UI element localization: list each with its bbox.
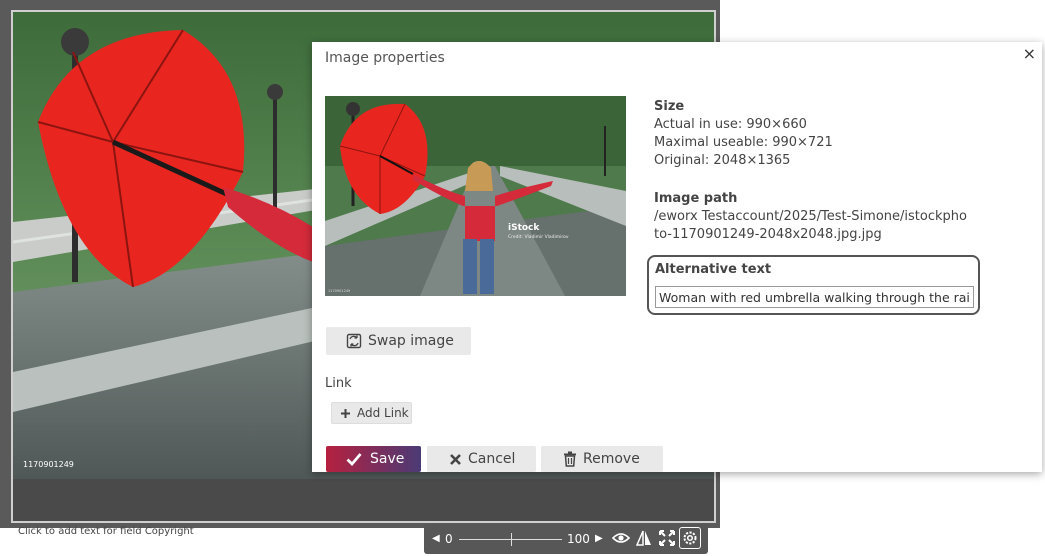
remove-button[interactable]: Remove: [541, 446, 663, 472]
fullscreen-icon[interactable]: [658, 529, 676, 551]
image-info: Size Actual in use: 990×660 Maximal usea…: [654, 98, 1034, 244]
save-label: Save: [370, 451, 405, 467]
alternative-text-input[interactable]: [655, 286, 974, 308]
preview-photo: iStock Credit: Vladimir Vladimirov 11709…: [325, 96, 626, 296]
alternative-text-group: Alternative text: [647, 255, 980, 315]
swap-image-icon: [346, 333, 362, 349]
image-path-line1: /eworx Testaccount/2025/Test-Simone/isto…: [654, 209, 967, 224]
trash-icon: [564, 451, 576, 467]
preview-watermark-brand: iStock: [508, 223, 540, 233]
size-heading: Size: [654, 99, 685, 114]
add-link-button[interactable]: Add Link: [331, 402, 412, 424]
cancel-button[interactable]: Cancel: [427, 446, 536, 472]
link-label: Link: [325, 376, 352, 391]
alternative-text-label: Alternative text: [655, 262, 772, 277]
swap-image-label: Swap image: [368, 333, 454, 349]
dialog-title: Image properties: [325, 50, 445, 66]
check-icon: [346, 453, 362, 466]
image-path-heading: Image path: [654, 191, 738, 206]
cancel-label: Cancel: [468, 451, 516, 467]
preview-photo-id: 1170901249: [328, 289, 350, 293]
copyright-placeholder[interactable]: Click to add text for field Copyright: [18, 526, 194, 537]
settings-button[interactable]: [679, 527, 701, 549]
canvas-footer-area: [13, 479, 714, 521]
size-maximal: Maximal useable: 990×721: [654, 135, 833, 150]
add-link-label: Add Link: [357, 406, 409, 420]
image-toolbar: ◀ 0 100 ▶: [424, 524, 708, 554]
plus-icon: [341, 408, 350, 418]
save-button[interactable]: Save: [326, 446, 421, 472]
image-preview: iStock Credit: Vladimir Vladimirov 11709…: [325, 96, 626, 296]
x-icon: [450, 453, 461, 465]
swap-image-button[interactable]: Swap image: [326, 327, 471, 355]
image-path-line2: to-1170901249-2048x2048.jpg.jpg: [654, 227, 882, 242]
gear-icon: [683, 531, 697, 545]
size-actual: Actual in use: 990×660: [654, 117, 807, 132]
flip-icon[interactable]: [635, 529, 653, 551]
close-icon[interactable]: ×: [1023, 44, 1036, 63]
size-original: Original: 2048×1365: [654, 153, 791, 168]
zoom-max-value: 100: [567, 532, 590, 546]
photo-id-label: 1170901249: [23, 460, 74, 469]
eye-icon[interactable]: [611, 529, 631, 551]
remove-label: Remove: [583, 451, 640, 467]
image-properties-dialog: Image properties × iStock Credit: Vladim…: [312, 42, 1042, 472]
zoom-slider-thumb[interactable]: [510, 533, 512, 546]
zoom-min-value: 0: [445, 532, 453, 546]
preview-watermark-credit: Credit: Vladimir Vladimirov: [508, 234, 569, 240]
zoom-decrease-icon[interactable]: ◀: [432, 531, 440, 547]
zoom-increase-icon[interactable]: ▶: [595, 531, 603, 547]
